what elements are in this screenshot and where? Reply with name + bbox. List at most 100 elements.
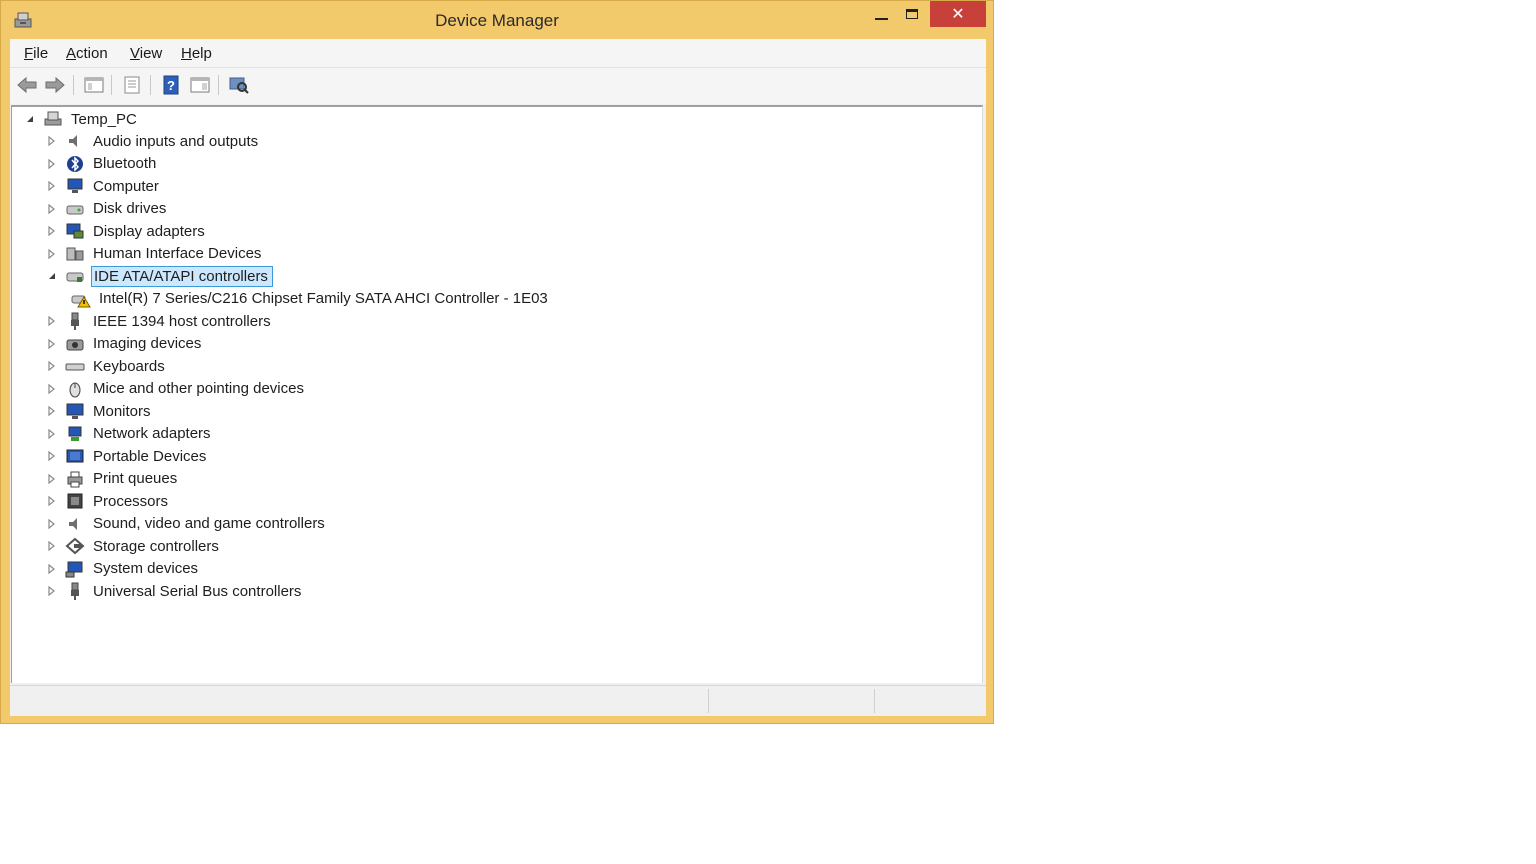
collapse-icon[interactable] [25, 114, 35, 124]
menu-file-accel: F [24, 45, 34, 62]
expand-icon[interactable] [47, 181, 57, 191]
expand-icon[interactable] [47, 451, 57, 461]
forward-arrow-icon [45, 76, 65, 94]
scan-hardware-changes-button[interactable] [228, 74, 250, 96]
close-icon: ✕ [951, 6, 965, 23]
sound-icon [69, 517, 77, 530]
tree-category-computer[interactable]: Computer [47, 175, 163, 197]
maximize-icon [906, 9, 918, 19]
help-icon: ? [163, 75, 179, 95]
tree-category-ieee-1394-host-controllers[interactable]: IEEE 1394 host controllers [47, 310, 275, 332]
menu-file-label: ile [33, 45, 49, 62]
expand-icon[interactable] [47, 518, 57, 529]
tree-category-processors[interactable]: Processors [47, 490, 172, 512]
tree-category-label: Disk drives [93, 200, 167, 217]
tree-category-display-adapters[interactable]: Display adapters [47, 220, 209, 242]
tree-category-print-queues[interactable]: Print queues [47, 468, 181, 490]
mouse-icon [69, 382, 81, 397]
tree-category-label: System devices [93, 560, 199, 577]
expand-icon[interactable] [47, 541, 57, 551]
show-hide-console-tree-icon [84, 77, 104, 93]
tree-category-monitors[interactable]: Monitors [47, 400, 155, 422]
expand-icon[interactable] [47, 496, 57, 506]
expand-icon[interactable] [47, 226, 57, 236]
tree-category-keyboards[interactable]: Keyboards [47, 355, 169, 377]
expand-icon[interactable] [47, 158, 57, 169]
menu-action[interactable]: Action [66, 45, 108, 62]
system-device-icon [65, 561, 83, 577]
expand-icon[interactable] [47, 248, 57, 259]
expand-icon[interactable] [47, 203, 57, 214]
processor-icon [67, 493, 83, 509]
speaker-icon [69, 135, 77, 147]
hid-icon [66, 247, 84, 260]
expand-icon[interactable] [47, 586, 57, 596]
minimize-button[interactable] [867, 1, 895, 27]
status-bar-separator [708, 689, 709, 713]
storage-controller-icon [65, 537, 85, 555]
tree-category-label: Network adapters [93, 425, 211, 442]
monitor-icon [66, 403, 84, 419]
close-button[interactable]: ✕ [930, 1, 986, 27]
toolbar-separator [73, 75, 74, 95]
expand-icon[interactable] [47, 316, 57, 326]
menu-action-accel: A [66, 45, 77, 62]
tree-category-sound-video-and-game-controllers[interactable]: Sound, video and game controllers [47, 513, 329, 535]
properties-button[interactable] [121, 74, 143, 96]
menu-view[interactable]: View [130, 45, 162, 62]
action-pane-button[interactable] [189, 74, 211, 96]
title-bar[interactable]: Device Manager ✕ [1, 1, 993, 39]
collapse-icon[interactable] [47, 271, 57, 281]
expand-icon[interactable] [47, 338, 57, 349]
device-manager-window: Device Manager ✕ File Action View Help ?… [0, 0, 994, 724]
ahci-warning-icon [71, 295, 91, 307]
tree-category-label: Mice and other pointing devices [93, 380, 304, 397]
show-hide-console-tree-button[interactable] [83, 74, 105, 96]
expand-icon[interactable] [47, 428, 57, 439]
properties-icon [124, 76, 140, 94]
tree-category-system-devices[interactable]: System devices [47, 558, 202, 580]
expand-icon[interactable] [47, 136, 57, 146]
tree-category-bluetooth[interactable]: Bluetooth [47, 153, 160, 175]
tree-device-node[interactable]: Intel(R) 7 Series/C216 Chipset Family SA… [71, 288, 552, 310]
expand-icon[interactable] [47, 473, 57, 484]
tree-category-imaging-devices[interactable]: Imaging devices [47, 333, 205, 355]
keyboard-icon [65, 363, 85, 371]
expand-icon[interactable] [47, 563, 57, 574]
portable-device-icon [66, 449, 84, 463]
bluetooth-icon [67, 155, 83, 172]
expand-icon[interactable] [47, 406, 57, 416]
menu-help-label: elp [191, 45, 212, 62]
tree-category-disk-drives[interactable]: Disk drives [47, 198, 170, 220]
tree-category-ide-ata-atapi-controllers[interactable]: IDE ATA/ATAPI controllers [47, 265, 273, 287]
expand-icon[interactable] [47, 361, 57, 371]
usb-icon [71, 582, 79, 600]
menu-file[interactable]: File [24, 45, 48, 62]
computer-root-icon [44, 111, 62, 126]
tree-category-label: Audio inputs and outputs [93, 132, 259, 150]
forward-button[interactable] [44, 74, 66, 96]
device-tree[interactable]: Temp_PC Audio inputs and outputs Bluetoot… [11, 105, 983, 683]
expand-icon[interactable] [47, 383, 57, 394]
tree-category-universal-serial-bus-controllers[interactable]: Universal Serial Bus controllers [47, 580, 305, 602]
tree-category-audio-inputs-and-outputs[interactable]: Audio inputs and outputs [47, 130, 262, 152]
tree-category-label: IDE ATA/ATAPI controllers [91, 265, 273, 287]
back-button[interactable] [16, 74, 38, 96]
tree-root-node[interactable]: Temp_PC [25, 108, 141, 130]
tree-category-label: Bluetooth [93, 155, 157, 172]
tree-category-network-adapters[interactable]: Network adapters [47, 423, 215, 445]
tree-category-label: Processors [93, 492, 169, 510]
tree-category-mice-and-other-pointing-devices[interactable]: Mice and other pointing devices [47, 378, 308, 400]
tree-category-portable-devices[interactable]: Portable Devices [47, 445, 210, 467]
maximize-button[interactable] [898, 1, 926, 27]
help-button[interactable]: ? [160, 74, 182, 96]
back-arrow-icon [17, 76, 37, 94]
tree-category-label: Print queues [93, 470, 178, 487]
tree-category-storage-controllers[interactable]: Storage controllers [47, 535, 223, 557]
disk-drive-icon [66, 205, 84, 214]
menu-action-label: ction [76, 45, 108, 62]
tree-category-label: Imaging devices [93, 335, 202, 352]
tree-category-human-interface-devices[interactable]: Human Interface Devices [47, 243, 265, 265]
ieee1394-icon [71, 312, 79, 330]
menu-help[interactable]: Help [181, 45, 212, 62]
